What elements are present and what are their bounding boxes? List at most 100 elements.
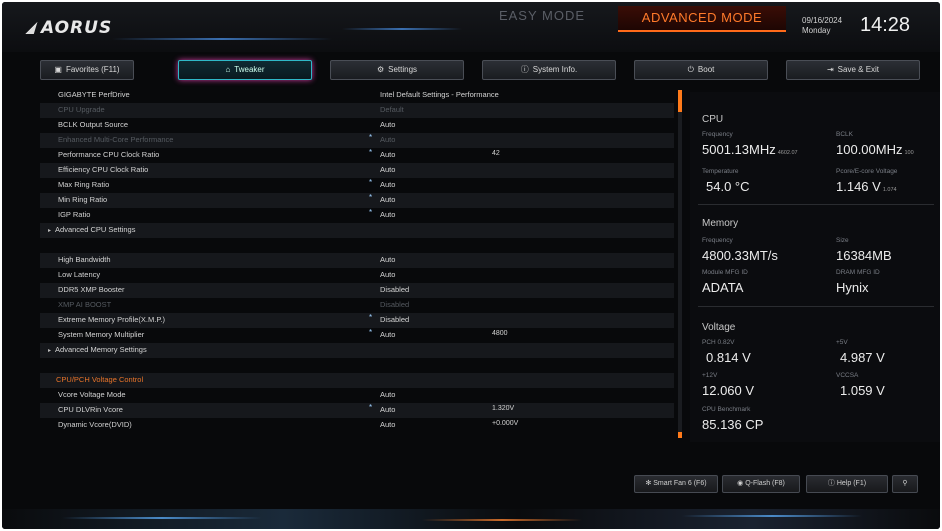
settings-row[interactable]: Extreme Memory Profile(X.M.P.) * Disabled xyxy=(40,313,674,328)
tab-tweaker[interactable]: ⌂ Tweaker xyxy=(178,60,312,80)
settings-row[interactable]: CPU DLVRin Vcore * Auto 1.320V xyxy=(40,403,674,418)
bclk-value: 100.00MHz 100 xyxy=(836,142,914,157)
setting-value[interactable]: Auto xyxy=(380,180,395,189)
smart-fan-button[interactable]: ✻ Smart Fan 6 (F6) xyxy=(634,475,718,493)
hardware-monitor-panel: CPU Frequency 5001.13MHz 4602.07 BCLK 100… xyxy=(690,92,940,442)
setting-value[interactable]: Disabled xyxy=(380,315,409,324)
settings-row[interactable]: Performance CPU Clock Ratio * Auto 42 xyxy=(40,148,674,163)
info-icon: ⓘ xyxy=(520,65,529,74)
brand-text: AORUS xyxy=(41,18,113,38)
memory-frequency-label: Frequency xyxy=(702,237,733,244)
setting-label: Max Ring Ratio xyxy=(58,180,110,189)
dram-mfg-value: Hynix xyxy=(836,280,869,295)
tab-settings[interactable]: ⚙ Settings xyxy=(330,60,464,80)
cpu-benchmark-label: CPU Benchmark xyxy=(702,406,751,413)
settings-row[interactable]: CPU Upgrade Default xyxy=(40,103,674,118)
memory-size-value: 16384MB xyxy=(836,248,892,263)
setting-value[interactable]: Disabled xyxy=(380,285,409,294)
exit-icon: ⇥ xyxy=(826,65,834,74)
settings-row[interactable]: High Bandwidth Auto xyxy=(40,253,674,268)
setting-value[interactable]: Auto xyxy=(380,420,395,429)
setting-value[interactable]: Auto xyxy=(380,210,395,219)
setting-label: GIGABYTE PerfDrive xyxy=(58,90,130,99)
qflash-button[interactable]: ◉ Q-Flash (F8) xyxy=(722,475,800,493)
modified-star-icon: * xyxy=(369,313,373,322)
settings-row xyxy=(40,358,674,373)
tab-save-exit[interactable]: ⇥ Save & Exit xyxy=(786,60,920,80)
setting-value[interactable]: Auto xyxy=(380,330,395,339)
settings-row[interactable]: Min Ring Ratio * Auto xyxy=(40,193,674,208)
settings-row[interactable]: Advanced CPU Settings xyxy=(40,223,674,238)
temperature-label: Temperature xyxy=(702,168,739,175)
tab-label: Tweaker xyxy=(234,65,265,74)
search-button[interactable]: ⚲ xyxy=(892,475,918,493)
settings-row[interactable]: Efficiency CPU Clock Ratio Auto xyxy=(40,163,674,178)
advanced-mode-tab[interactable]: ADVANCED MODE xyxy=(618,6,786,32)
pch-voltage-value: 0.814 V xyxy=(706,350,751,365)
settings-row xyxy=(40,238,674,253)
setting-label: BCLK Output Source xyxy=(58,120,129,129)
setting-value[interactable]: Auto xyxy=(380,135,395,144)
scrollbar-end xyxy=(678,432,682,438)
tab-label: Favorites (F11) xyxy=(65,65,120,74)
cpu-title: CPU xyxy=(702,114,724,125)
footer-line xyxy=(422,519,582,521)
footer-decoration xyxy=(2,509,940,529)
bclk-sub: 100 xyxy=(904,150,914,156)
setting-label: CPU DLVRin Vcore xyxy=(58,405,123,414)
settings-row[interactable]: GIGABYTE PerfDrive Intel Default Settings… xyxy=(40,88,674,103)
setting-value[interactable]: Intel Default Settings - Performance xyxy=(380,90,499,99)
setting-label: XMP AI BOOST xyxy=(58,300,112,309)
setting-value[interactable]: Auto xyxy=(380,270,395,279)
easy-mode-tab[interactable]: EASY MODE xyxy=(472,8,612,26)
setting-value[interactable]: Auto xyxy=(380,150,395,159)
qflash-icon: ◉ xyxy=(737,480,746,487)
settings-row[interactable]: Vcore Voltage Mode Auto xyxy=(40,388,674,403)
settings-row[interactable]: Max Ring Ratio * Auto xyxy=(40,178,674,193)
setting-value[interactable]: Auto xyxy=(380,165,395,174)
settings-row[interactable]: System Memory Multiplier * Auto 4800 xyxy=(40,328,674,343)
setting-label: Vcore Voltage Mode xyxy=(58,390,126,399)
pch-voltage-label: PCH 0.82V xyxy=(702,339,735,346)
setting-value[interactable]: Auto xyxy=(380,120,395,129)
date-text: 09/16/2024 xyxy=(802,16,843,25)
modified-star-icon: * xyxy=(369,403,373,412)
scrollbar-track[interactable] xyxy=(678,90,682,438)
panel-divider xyxy=(698,204,934,205)
vccsa-value: 1.059 V xyxy=(840,383,885,398)
tab-boot[interactable]: ⏻ Boot xyxy=(634,60,768,80)
12v-value: 12.060 V xyxy=(702,383,755,398)
tab-label: Boot xyxy=(697,65,715,74)
setting-value[interactable]: Disabled xyxy=(380,300,409,309)
settings-row[interactable]: Advanced Memory Settings xyxy=(40,343,674,358)
settings-row[interactable]: BCLK Output Source Auto xyxy=(40,118,674,133)
memory-frequency-value: 4800.33MT/s xyxy=(702,248,778,263)
setting-value[interactable]: Auto xyxy=(380,405,395,414)
setting-value[interactable]: Auto xyxy=(380,255,395,264)
5v-value: 4.987 V xyxy=(840,350,885,365)
settings-row[interactable]: DDR5 XMP Booster Disabled xyxy=(40,283,674,298)
help-button[interactable]: ⓘ Help (F1) xyxy=(806,475,888,493)
setting-value[interactable]: Default xyxy=(380,105,404,114)
setting-current-value: 42 xyxy=(492,150,500,157)
pcore-voltage-text: 1.146 V xyxy=(836,179,881,194)
settings-row[interactable]: Enhanced Multi-Core Performance * Auto xyxy=(40,133,674,148)
settings-row[interactable]: Dynamic Vcore(DVID) Auto +0.000V xyxy=(40,418,674,433)
settings-row[interactable]: IGP Ratio * Auto xyxy=(40,208,674,223)
setting-value[interactable]: Auto xyxy=(380,195,395,204)
tab-system-info[interactable]: ⓘ System Info. xyxy=(482,60,616,80)
modified-star-icon: * xyxy=(369,178,373,187)
cpu-frequency-sub: 4602.07 xyxy=(777,150,798,156)
scrollbar-thumb[interactable] xyxy=(678,90,682,112)
cpu-frequency-text: 5001.13MHz xyxy=(702,142,776,157)
help-label: Help (F1) xyxy=(836,480,867,487)
tab-favorites[interactable]: ▣ Favorites (F11) xyxy=(40,60,134,80)
settings-row[interactable]: XMP AI BOOST Disabled xyxy=(40,298,674,313)
submenu-label: Advanced CPU Settings xyxy=(48,225,135,234)
settings-row[interactable]: Low Latency Auto xyxy=(40,268,674,283)
setting-label: DDR5 XMP Booster xyxy=(58,285,125,294)
header-accent-line xyxy=(342,28,462,30)
setting-value[interactable]: Auto xyxy=(380,390,395,399)
header-bar: AORUS EASY MODE ADVANCED MODE 09/16/2024… xyxy=(2,2,940,52)
settings-row[interactable]: CPU/PCH Voltage Control xyxy=(40,373,674,388)
